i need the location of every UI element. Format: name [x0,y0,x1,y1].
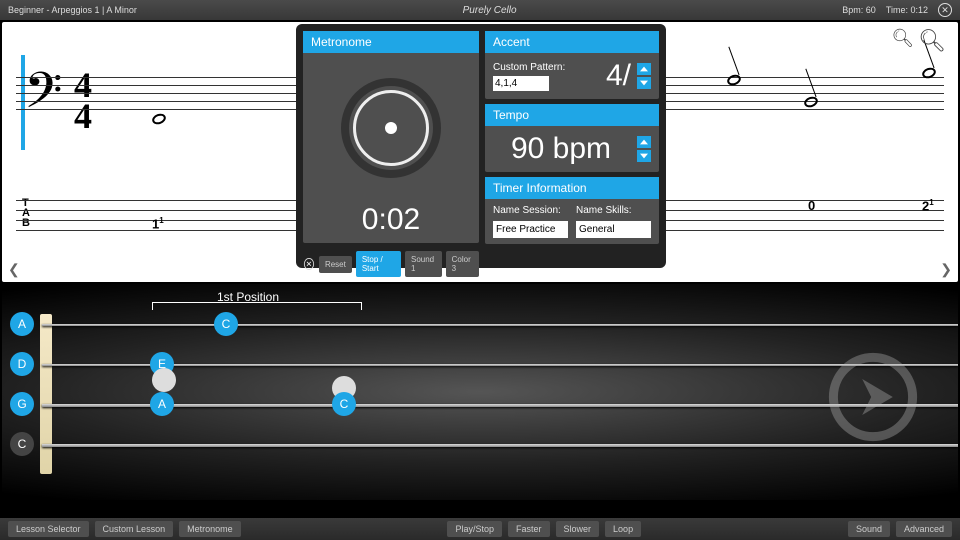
prev-page-icon[interactable]: ❮ [8,261,20,278]
string-a [42,324,958,326]
fret-ghost-note[interactable] [152,368,176,392]
metronome-title: Metronome [303,31,479,53]
session-input[interactable] [493,221,568,238]
zoom-in-icon[interactable]: 🔍︎ [918,28,946,54]
tempo-title: Tempo [485,104,659,126]
fretboard: 1st Position ADGC CEAC [2,284,958,500]
accent-down-icon[interactable] [637,77,651,89]
slower-button[interactable]: Slower [556,521,600,537]
accent-title: Accent [485,31,659,53]
tempo-down-icon[interactable] [637,150,651,162]
custom-pattern-label: Custom Pattern: [493,62,565,73]
tempo-value: 90 bpm [493,132,629,166]
fret-note-c[interactable]: C [214,312,238,336]
bottom-bar: Lesson Selector Custom Lesson Metronome Pl… [0,518,960,540]
timer-info-box: Timer Information Name Session: Name Ski… [485,177,659,244]
zoom-out-icon[interactable]: 🔍︎ [891,28,914,54]
timer-info-title: Timer Information [485,177,659,199]
metronome-button[interactable]: Metronome [179,521,241,537]
open-string-a[interactable]: A [10,312,34,336]
reset-button[interactable]: Reset [319,256,352,273]
nut [40,314,52,474]
play-stop-button[interactable]: Play/Stop [447,521,502,537]
fret-note-c[interactable]: C [332,392,356,416]
custom-pattern-input[interactable] [493,76,549,91]
stop-start-button[interactable]: Stop / Start [356,251,401,277]
color-preset-button[interactable]: Color 3 [446,251,479,277]
close-icon[interactable] [938,3,952,17]
time-readout: Time: 0:12 [886,5,928,15]
skills-label: Name Skills: [576,205,651,216]
open-string-g[interactable]: G [10,392,34,416]
accent-box: Accent Custom Pattern: 4/ [485,31,659,99]
top-bar: Beginner - Arpeggios 1 | A Minor Purely … [0,0,960,20]
custom-lesson-button[interactable]: Custom Lesson [95,521,174,537]
sound-preset-button[interactable]: Sound 1 [405,251,442,277]
tab-fingering: 0 [808,198,815,213]
tempo-box: Tempo 90 bpm [485,104,659,172]
accent-display: 4/ [606,59,631,93]
open-string-d[interactable]: D [10,352,34,376]
metronome-box: Metronome 0:02 [303,31,479,243]
next-page-icon[interactable]: ❯ [940,261,952,278]
play-arrow-icon[interactable] [828,352,918,442]
fret-note-a[interactable]: A [150,392,174,416]
accent-up-icon[interactable] [637,63,651,75]
sound-button[interactable]: Sound [848,521,890,537]
lesson-selector-button[interactable]: Lesson Selector [8,521,89,537]
metronome-elapsed: 0:02 [303,203,479,243]
lesson-title: Beginner - Arpeggios 1 | A Minor [8,5,137,15]
position-label: 1st Position [217,290,279,304]
string-g [42,404,958,407]
string-d [42,364,958,366]
app-brand: Purely Cello [137,5,842,16]
tab-fingering: 21 [922,198,934,213]
tempo-up-icon[interactable] [637,136,651,148]
faster-button[interactable]: Faster [508,521,550,537]
string-c [42,444,958,447]
tab-fingering: 11 [152,216,164,231]
skills-input[interactable] [576,221,651,238]
metronome-dial[interactable] [341,78,441,178]
metronome-panel: Metronome 0:02 Reset Stop / Start Sound … [296,24,666,268]
open-string-c[interactable]: C [10,432,34,456]
loop-button[interactable]: Loop [605,521,641,537]
session-label: Name Session: [493,205,568,216]
advanced-button[interactable]: Advanced [896,521,952,537]
panel-close-icon[interactable] [304,258,314,270]
bpm-readout: Bpm: 60 [842,5,876,15]
